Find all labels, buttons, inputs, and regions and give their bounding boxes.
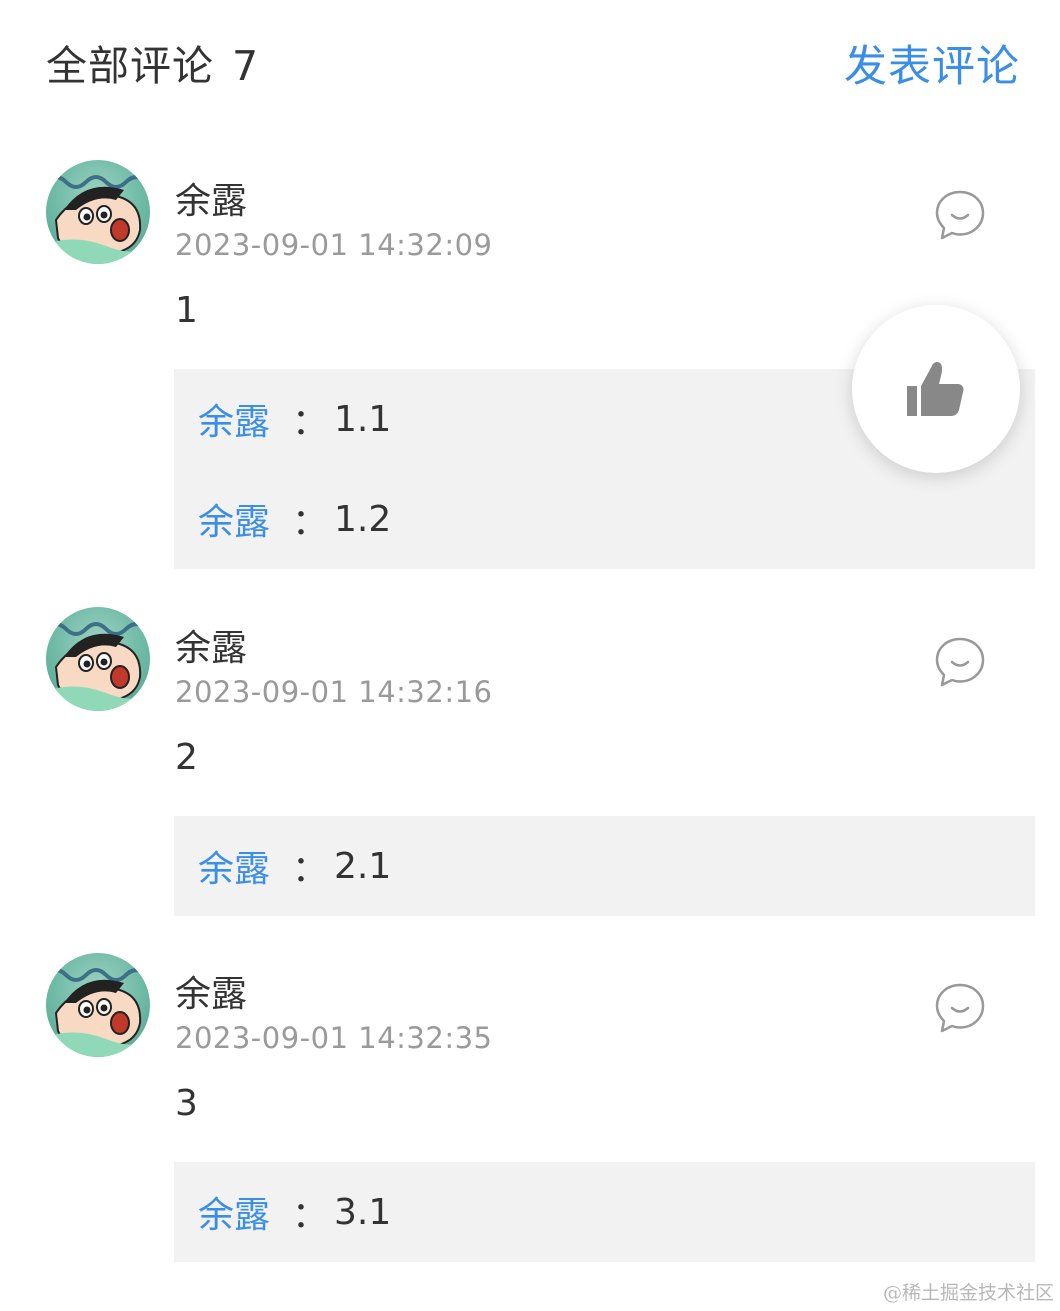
post-comment-button[interactable]: 发表评论 — [844, 32, 1020, 94]
comment-time: 2023-09-01 14:32:35 — [175, 1021, 493, 1055]
reply-separator: ： — [292, 402, 329, 443]
avatar-cartoon-icon — [46, 968, 150, 1057]
reply-list: 余露 ： 2.1 — [174, 816, 1035, 916]
watermark: @稀土掘金技术社区 — [882, 1282, 1054, 1304]
reply-item[interactable]: 余露 ： 1.2 — [174, 469, 1035, 569]
reply-separator: ： — [292, 1195, 329, 1236]
reply-text: 1.2 — [334, 498, 392, 540]
comment-username[interactable]: 余露 — [175, 965, 247, 1017]
avatar[interactable] — [46, 160, 150, 264]
comment-content: 3 — [175, 1083, 198, 1124]
comment-time: 2023-09-01 14:32:16 — [175, 675, 493, 709]
comment-username[interactable]: 余露 — [175, 172, 247, 224]
reply-text: 2.1 — [334, 845, 392, 887]
avatar[interactable] — [46, 607, 150, 711]
like-button[interactable] — [852, 305, 1020, 473]
comment-content: 2 — [175, 737, 198, 778]
comment-bubble-icon[interactable] — [933, 981, 987, 1035]
comment-username[interactable]: 余露 — [175, 619, 247, 671]
avatar[interactable] — [46, 953, 150, 1057]
comment-bubble-icon[interactable] — [933, 188, 987, 242]
comment-bubble-icon[interactable] — [933, 635, 987, 689]
reply-list: 余露 ： 3.1 — [174, 1162, 1035, 1262]
reply-username[interactable]: 余露 — [198, 1186, 270, 1238]
reply-separator: ： — [292, 849, 329, 890]
avatar-cartoon-icon — [46, 622, 150, 711]
comments-count: 7 — [232, 42, 260, 90]
reply-text: 3.1 — [334, 1191, 392, 1233]
reply-item[interactable]: 余露 ： 2.1 — [174, 816, 1035, 916]
reply-item[interactable]: 余露 ： 3.1 — [174, 1162, 1035, 1262]
avatar-cartoon-icon — [46, 175, 150, 264]
reply-username[interactable]: 余露 — [198, 393, 270, 445]
comments-header: 全部评论 7 发表评论 — [0, 0, 1060, 120]
comments-title-label: 全部评论 — [46, 42, 214, 90]
comments-title: 全部评论 7 — [46, 32, 259, 92]
reply-username[interactable]: 余露 — [198, 840, 270, 892]
comment-content: 1 — [175, 290, 198, 331]
thumbs-up-icon — [907, 362, 964, 416]
reply-text: 1.1 — [334, 398, 392, 440]
comment-time: 2023-09-01 14:32:09 — [175, 228, 493, 262]
reply-username[interactable]: 余露 — [198, 493, 270, 545]
reply-separator: ： — [292, 502, 329, 543]
